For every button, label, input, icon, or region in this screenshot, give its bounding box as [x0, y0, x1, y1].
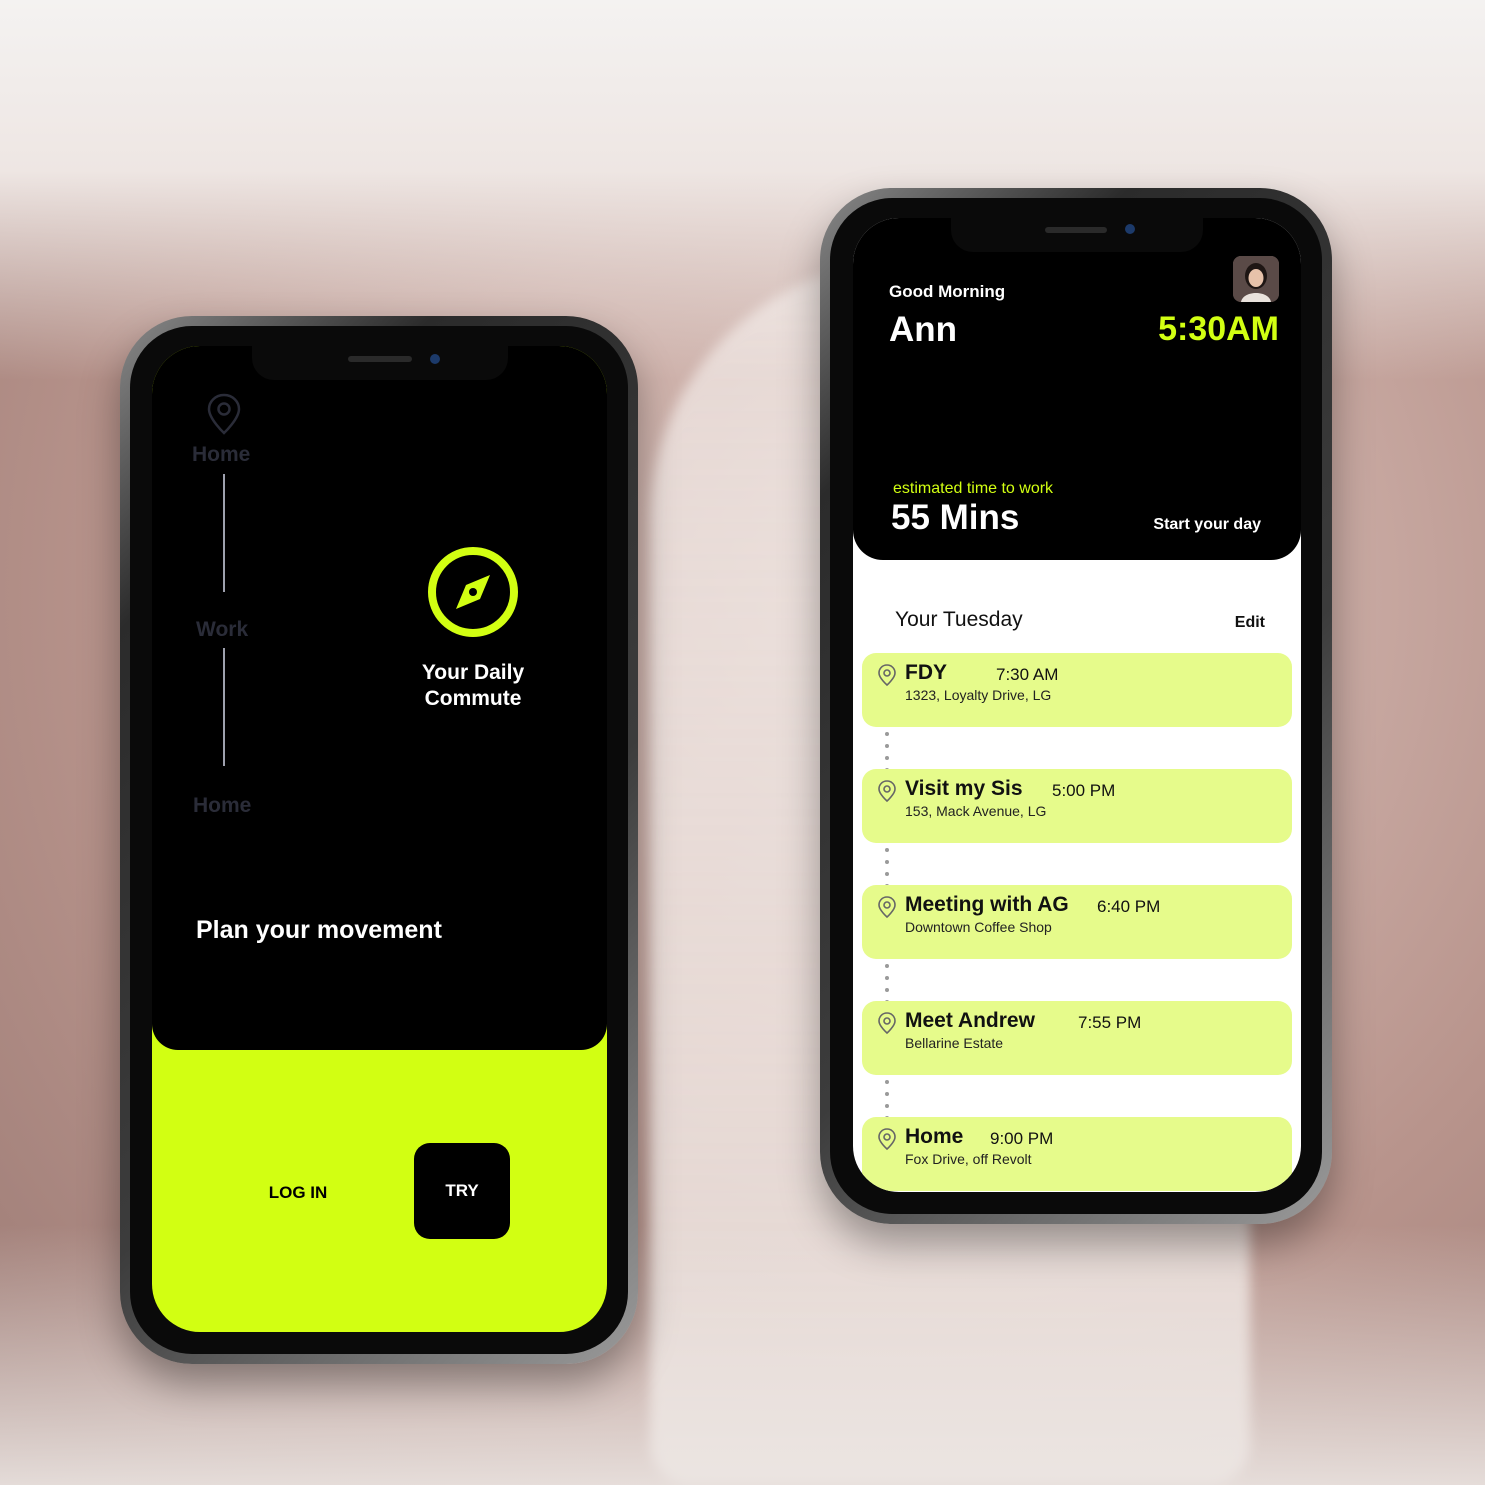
event-address: Bellarine Estate: [905, 1035, 1004, 1051]
location-pin-icon: [206, 392, 242, 436]
notch: [252, 346, 508, 380]
current-time: 5:30AM: [1158, 310, 1279, 348]
edit-button[interactable]: Edit: [1235, 614, 1265, 632]
event-address: Downtown Coffee Shop: [905, 919, 1052, 935]
try-button-label: TRY: [445, 1181, 479, 1200]
schedule-item[interactable]: Meet Andrew 7:55 PM Bellarine Estate: [862, 1001, 1292, 1075]
schedule-item[interactable]: Home 9:00 PM Fox Drive, off Revolt: [862, 1117, 1292, 1191]
route-line-top: [223, 474, 225, 592]
route-start-label: Home: [192, 443, 251, 466]
event-time: 5:00 PM: [1052, 781, 1116, 800]
event-title: Visit my Sis: [905, 777, 1023, 800]
route-middle-label: Work: [196, 618, 249, 641]
event-title: Meet Andrew: [905, 1009, 1035, 1032]
event-address: 1323, Loyalty Drive, LG: [905, 687, 1052, 703]
avatar[interactable]: [1233, 256, 1279, 302]
event-title: FDY: [905, 661, 947, 684]
location-pin-icon: [877, 779, 897, 808]
schedule-item[interactable]: FDY 7:30 AM 1323, Loyalty Drive, LG: [862, 653, 1292, 727]
greeting: Good Morning: [889, 282, 1006, 301]
event-title: Home: [905, 1125, 964, 1148]
event-time: 7:30 AM: [996, 665, 1059, 684]
location-pin-icon: [877, 895, 897, 924]
event-title: Meeting with AG: [905, 893, 1069, 916]
event-time: 9:00 PM: [990, 1129, 1054, 1148]
dashboard-header: Good Morning Ann 5:30AM estimated time t…: [853, 218, 1301, 560]
phone-mockup-dashboard: Good Morning Ann 5:30AM estimated time t…: [820, 188, 1332, 1224]
tagline: Plan your movement: [196, 916, 442, 944]
start-day-button[interactable]: Start your day: [1153, 516, 1261, 534]
phone-mockup-onboarding: Home Work Home Your Daily Commute Plan y…: [120, 316, 638, 1364]
location-pin-icon: [877, 663, 897, 692]
route-end-label: Home: [193, 794, 252, 817]
schedule-item[interactable]: Meeting with AG 6:40 PM Downtown Coffee …: [862, 885, 1292, 959]
estimate-value: 55 Mins: [891, 498, 1020, 537]
compass-icon: [427, 546, 519, 638]
location-pin-icon: [877, 1127, 897, 1156]
event-address: 153, Mack Avenue, LG: [905, 803, 1047, 819]
feature-title: Your Daily Commute: [402, 660, 544, 712]
schedule-item[interactable]: Visit my Sis 5:00 PM 153, Mack Avenue, L…: [862, 769, 1292, 843]
onboarding-screen: Home Work Home Your Daily Commute Plan y…: [152, 346, 607, 1332]
route-line-bottom: [223, 648, 225, 766]
event-time: 6:40 PM: [1097, 897, 1161, 916]
dark-panel: Home Work Home Your Daily Commute Plan y…: [152, 346, 607, 1050]
front-camera: [1125, 224, 1135, 234]
event-time: 7:55 PM: [1078, 1013, 1142, 1032]
user-name: Ann: [889, 310, 958, 349]
estimate-label: estimated time to work: [893, 480, 1054, 497]
login-button[interactable]: LOG IN: [252, 1183, 344, 1207]
feature-title-line1: Your Daily: [421, 661, 525, 684]
section-title: Your Tuesday: [895, 608, 1023, 631]
front-camera: [430, 354, 440, 364]
event-address: Fox Drive, off Revolt: [905, 1151, 1032, 1167]
feature-title-line2: Commute: [424, 687, 522, 710]
try-button[interactable]: TRY: [414, 1143, 510, 1239]
dashboard-screen: Good Morning Ann 5:30AM estimated time t…: [853, 218, 1301, 1192]
notch: [951, 218, 1203, 252]
speaker: [1045, 227, 1107, 233]
location-pin-icon: [877, 1011, 897, 1040]
speaker: [348, 356, 412, 362]
